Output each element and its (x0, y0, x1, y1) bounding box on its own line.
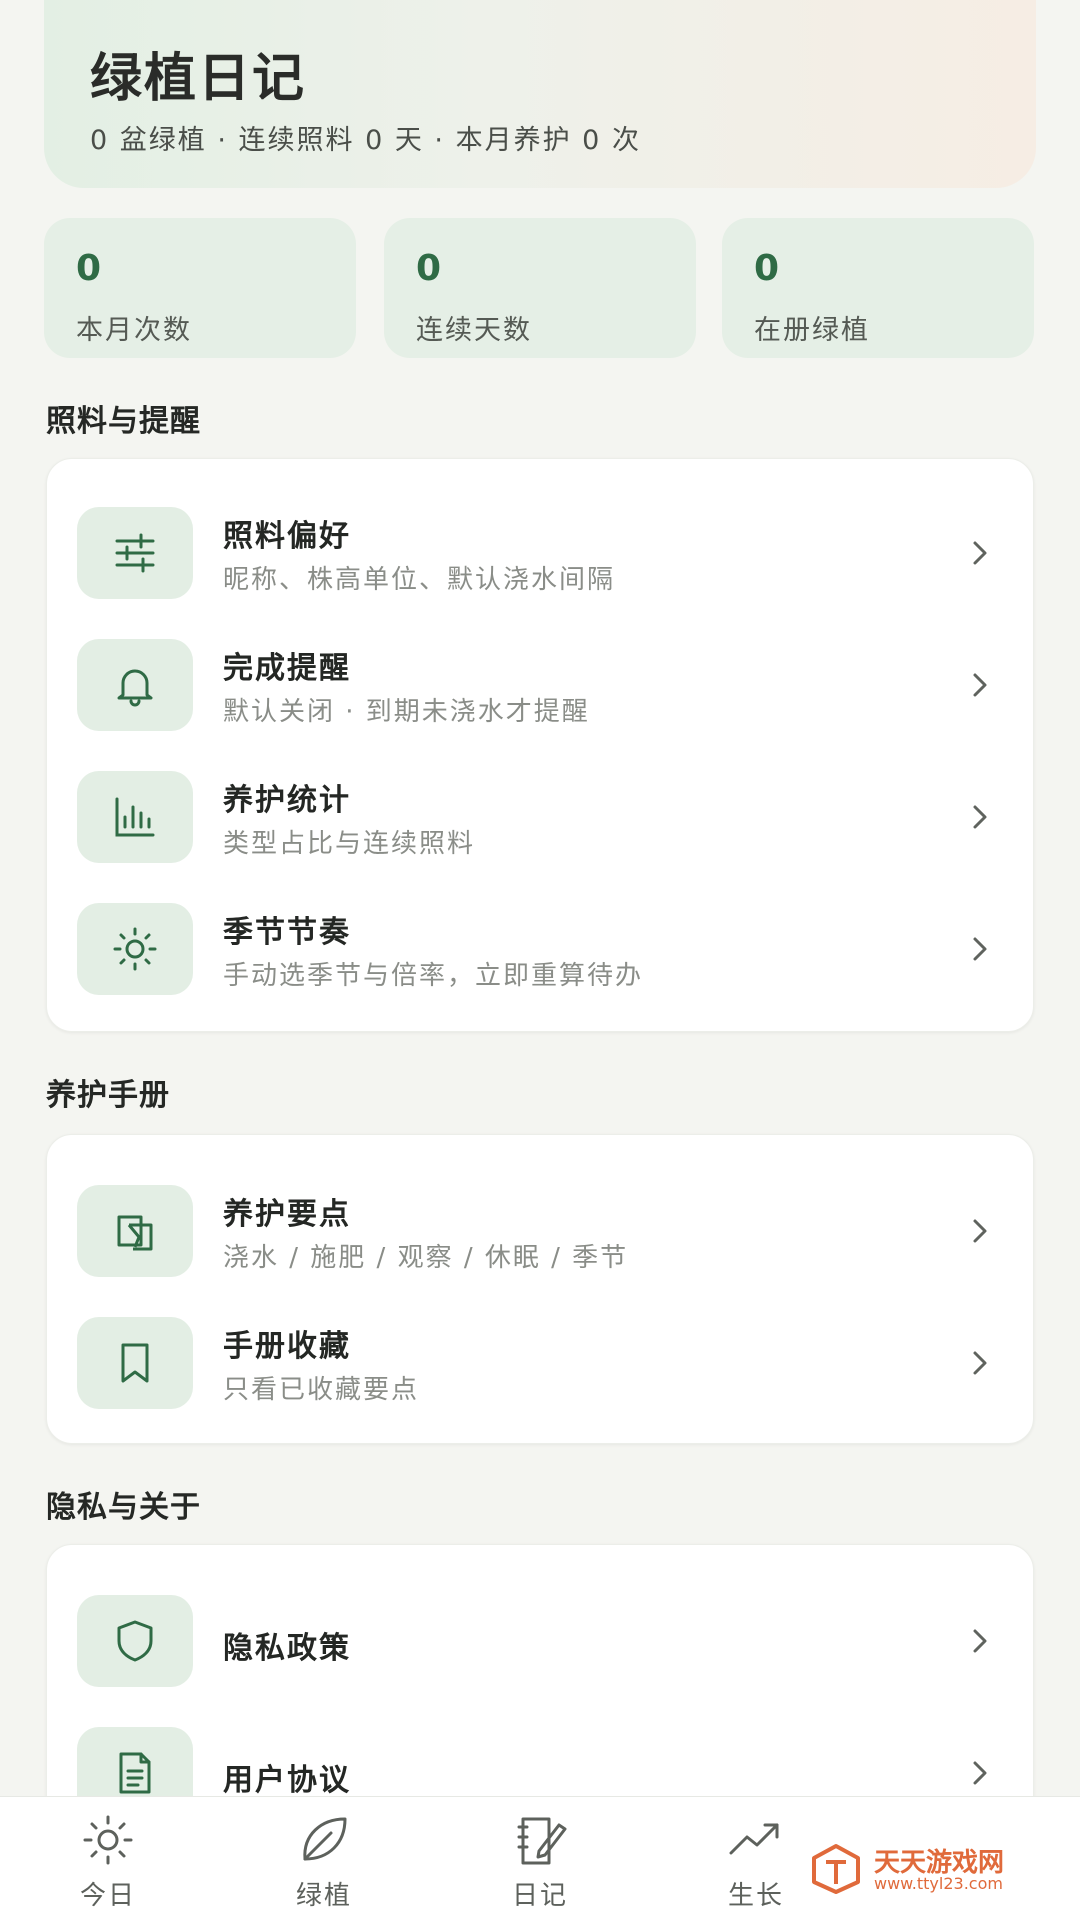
settings-item-care-essentials[interactable]: 养护要点 浇水 / 施肥 / 观察 / 休眠 / 季节 (47, 1175, 1033, 1287)
page-title: 绿植日记 (90, 49, 307, 109)
stat-card-plant-count: 0 在册绿植 (722, 218, 1034, 358)
item-title: 手册收藏 (223, 1329, 351, 1364)
chevron-right-icon (973, 541, 987, 565)
header-summary: 0 盆绿植 · 连续照料 0 天 · 本月养护 0 次 (90, 125, 641, 156)
tab-diary[interactable]: 日记 (470, 1811, 610, 1915)
stat-label: 连续天数 (416, 315, 532, 346)
icon-badge (77, 1317, 193, 1409)
item-subtitle: 只看已收藏要点 (223, 1375, 420, 1405)
item-subtitle: 浇水 / 施肥 / 观察 / 休眠 / 季节 (223, 1243, 629, 1273)
item-title: 完成提醒 (223, 651, 351, 686)
bookmark-icon (121, 1343, 149, 1383)
chevron-right-icon (973, 1351, 987, 1375)
sliders-icon (115, 533, 155, 573)
item-title: 季节节奏 (223, 915, 351, 950)
item-title: 养护要点 (223, 1197, 351, 1232)
watermark: 天天游戏网 www.ttyl23.com (808, 1840, 1048, 1900)
section-title-manual: 养护手册 (46, 1078, 170, 1113)
item-subtitle: 昵称、株高单位、默认浇水间隔 (223, 565, 616, 595)
tab-label: 日记 (511, 1881, 568, 1911)
icon-badge (77, 771, 193, 863)
tab-label: 今日 (79, 1881, 136, 1911)
chevron-right-icon (973, 673, 987, 697)
bell-icon (117, 669, 153, 707)
item-title: 照料偏好 (223, 519, 351, 554)
item-title: 隐私政策 (223, 1631, 351, 1666)
watermark-url: www.ttyl23.com (874, 1874, 1003, 1893)
icon-badge (77, 903, 193, 995)
shield-icon (117, 1620, 153, 1662)
settings-item-seasonal-rhythm[interactable]: 季节节奏 手动选季节与倍率，立即重算待办 (47, 893, 1033, 1005)
notebook-icon (517, 1817, 567, 1865)
chevron-right-icon (973, 1629, 987, 1653)
chevron-right-icon (973, 1219, 987, 1243)
tab-label: 生长 (727, 1881, 784, 1911)
settings-item-completion-reminder[interactable]: 完成提醒 默认关闭 · 到期未浇水才提醒 (47, 629, 1033, 741)
tab-growth[interactable]: 生长 (686, 1811, 826, 1915)
chevron-right-icon (973, 1761, 987, 1785)
leaf-icon (303, 1817, 347, 1861)
document-icon (119, 1752, 151, 1794)
settings-item-care-preferences[interactable]: 照料偏好 昵称、株高单位、默认浇水间隔 (47, 497, 1033, 609)
section-title-privacy: 隐私与关于 (46, 1490, 201, 1525)
tab-label: 绿植 (295, 1881, 352, 1911)
icon-badge (77, 639, 193, 731)
care-manual-card: 养护要点 浇水 / 施肥 / 观察 / 休眠 / 季节 手册收藏 只看已收藏要点 (46, 1134, 1034, 1444)
header-banner: 绿植日记 0 盆绿植 · 连续照料 0 天 · 本月养护 0 次 (44, 0, 1036, 188)
sun-icon (83, 1815, 133, 1865)
settings-item-privacy-policy[interactable]: 隐私政策 (47, 1585, 1033, 1697)
icon-badge (77, 507, 193, 599)
icon-badge (77, 1185, 193, 1277)
chevron-right-icon (973, 937, 987, 961)
section-title-care: 照料与提醒 (46, 404, 201, 439)
stat-card-monthly-count: 0 本月次数 (44, 218, 356, 358)
book-icon (117, 1215, 153, 1251)
item-subtitle: 类型占比与连续照料 (223, 829, 476, 859)
item-title: 用户协议 (223, 1763, 351, 1798)
stat-value: 0 (76, 248, 102, 289)
trend-icon (729, 1823, 779, 1855)
chevron-right-icon (973, 805, 987, 829)
tab-plants[interactable]: 绿植 (254, 1811, 394, 1915)
watermark-logo-icon (812, 1844, 860, 1894)
stat-label: 在册绿植 (754, 315, 870, 346)
sun-icon (113, 927, 157, 971)
stat-value: 0 (754, 248, 780, 289)
icon-badge (77, 1595, 193, 1687)
item-subtitle: 默认关闭 · 到期未浇水才提醒 (223, 697, 590, 727)
item-title: 养护统计 (223, 783, 351, 818)
stat-value: 0 (416, 248, 442, 289)
item-subtitle: 手动选季节与倍率，立即重算待办 (223, 961, 644, 991)
tab-today[interactable]: 今日 (38, 1811, 178, 1915)
stat-card-streak-days: 0 连续天数 (384, 218, 696, 358)
settings-item-manual-favorites[interactable]: 手册收藏 只看已收藏要点 (47, 1307, 1033, 1419)
care-settings-card: 照料偏好 昵称、株高单位、默认浇水间隔 完成提醒 默认关闭 · 到期未浇水才提醒… (46, 458, 1034, 1032)
stat-label: 本月次数 (76, 315, 192, 346)
bar-chart-icon (115, 797, 155, 837)
settings-item-care-statistics[interactable]: 养护统计 类型占比与连续照料 (47, 761, 1033, 873)
